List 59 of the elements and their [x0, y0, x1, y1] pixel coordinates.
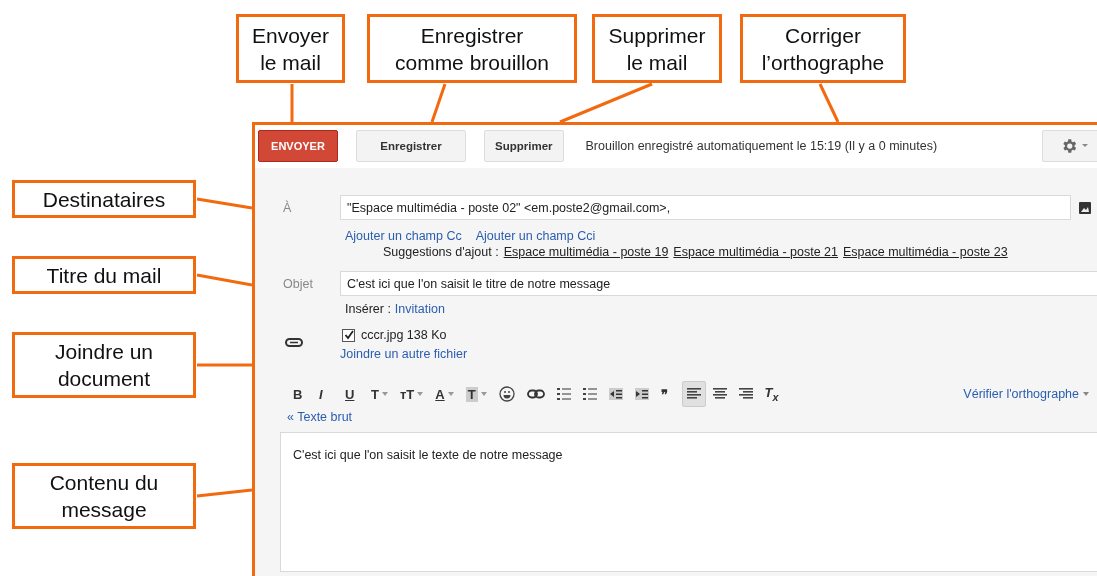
- format-button[interactable]: ❞: [655, 381, 680, 407]
- indent-icon: [608, 388, 623, 400]
- add-field-link[interactable]: Ajouter un champ Cc: [345, 229, 462, 243]
- suggestion-link[interactable]: Espace multimédia - poste 21: [673, 245, 838, 259]
- attach-file-link[interactable]: Joindre un autre fichier: [340, 347, 468, 361]
- callout-label: Enregistrer comme brouillon: [367, 14, 577, 83]
- format-button[interactable]: A: [430, 381, 459, 407]
- format-button[interactable]: [681, 381, 706, 407]
- draft-status: Brouillon enregistré automatiquement le 15:19 (Il y a 0 minutes): [585, 139, 938, 153]
- align-icon: [712, 388, 727, 400]
- align-icon: [686, 388, 701, 400]
- insert-label: Insérer :: [345, 302, 391, 316]
- invitation-link[interactable]: Invitation: [394, 302, 445, 316]
- format-button[interactable]: ᴛT: [394, 381, 429, 407]
- format-button[interactable]: T: [366, 381, 393, 407]
- suggestion-link[interactable]: Espace multimédia - poste 23: [843, 245, 1008, 259]
- paperclip-icon: [285, 338, 303, 347]
- save-button[interactable]: Enregistrer: [356, 130, 466, 162]
- callout-label: Envoyer le mail: [236, 14, 345, 83]
- to-label: À: [282, 200, 293, 215]
- format-button[interactable]: I: [314, 381, 338, 407]
- callout-label: Titre du mail: [12, 256, 196, 294]
- list-icon: [582, 387, 597, 401]
- subject-field[interactable]: C'est ici que l'on saisit le titre de notre message: [339, 271, 1097, 296]
- caret-icon: [1080, 143, 1089, 149]
- format-button[interactable]: T$_{x}$: [759, 381, 784, 407]
- caret-icon: [1083, 392, 1089, 396]
- caret-icon: [480, 392, 487, 396]
- link-icon: [526, 389, 545, 399]
- suggestions-label: Suggestions d'ajout :: [383, 245, 499, 259]
- caret-icon: [417, 392, 424, 396]
- align-icon: [738, 388, 753, 400]
- format-button[interactable]: U: [340, 381, 364, 407]
- spellcheck-link[interactable]: Vérifier l'orthographe: [963, 387, 1089, 401]
- callout-label: Corriger l’orthographe: [740, 14, 906, 83]
- settings-button[interactable]: [1042, 130, 1097, 162]
- send-button[interactable]: ENVOYER: [258, 130, 338, 162]
- picture-icon: [1079, 201, 1091, 214]
- format-button[interactable]: B: [288, 381, 312, 407]
- smiley-icon: [498, 386, 515, 402]
- suggestion-link[interactable]: Espace multimédia - poste 19: [503, 245, 669, 259]
- callout-label: Supprimer le mail: [592, 14, 722, 83]
- callout-label: Contenu du message: [12, 463, 196, 529]
- indent-icon: [634, 388, 649, 400]
- format-button[interactable]: T: [460, 381, 492, 407]
- check-icon: [343, 330, 354, 340]
- subject-label: Objet: [282, 276, 314, 291]
- callout-label: Destinataires: [12, 180, 196, 218]
- attachment-file: cccr.jpg 138 Ko: [361, 328, 447, 342]
- caret-icon: [447, 392, 454, 396]
- list-icon: [556, 387, 571, 401]
- message-body-field[interactable]: C'est ici que l'on saisit le texte de notre message: [280, 432, 1097, 572]
- attachment-checkbox[interactable]: [342, 328, 355, 342]
- to-field[interactable]: "Espace multimédia - poste 02" <em.poste2@gmail.com>,: [340, 195, 1071, 220]
- delete-button[interactable]: Supprimer: [484, 130, 564, 162]
- add-field-link[interactable]: Ajouter un champ Cci: [475, 229, 596, 243]
- plain-text-link[interactable]: « Texte brut: [287, 410, 353, 424]
- caret-icon: [381, 392, 388, 396]
- callout-label: Joindre un document: [12, 332, 196, 398]
